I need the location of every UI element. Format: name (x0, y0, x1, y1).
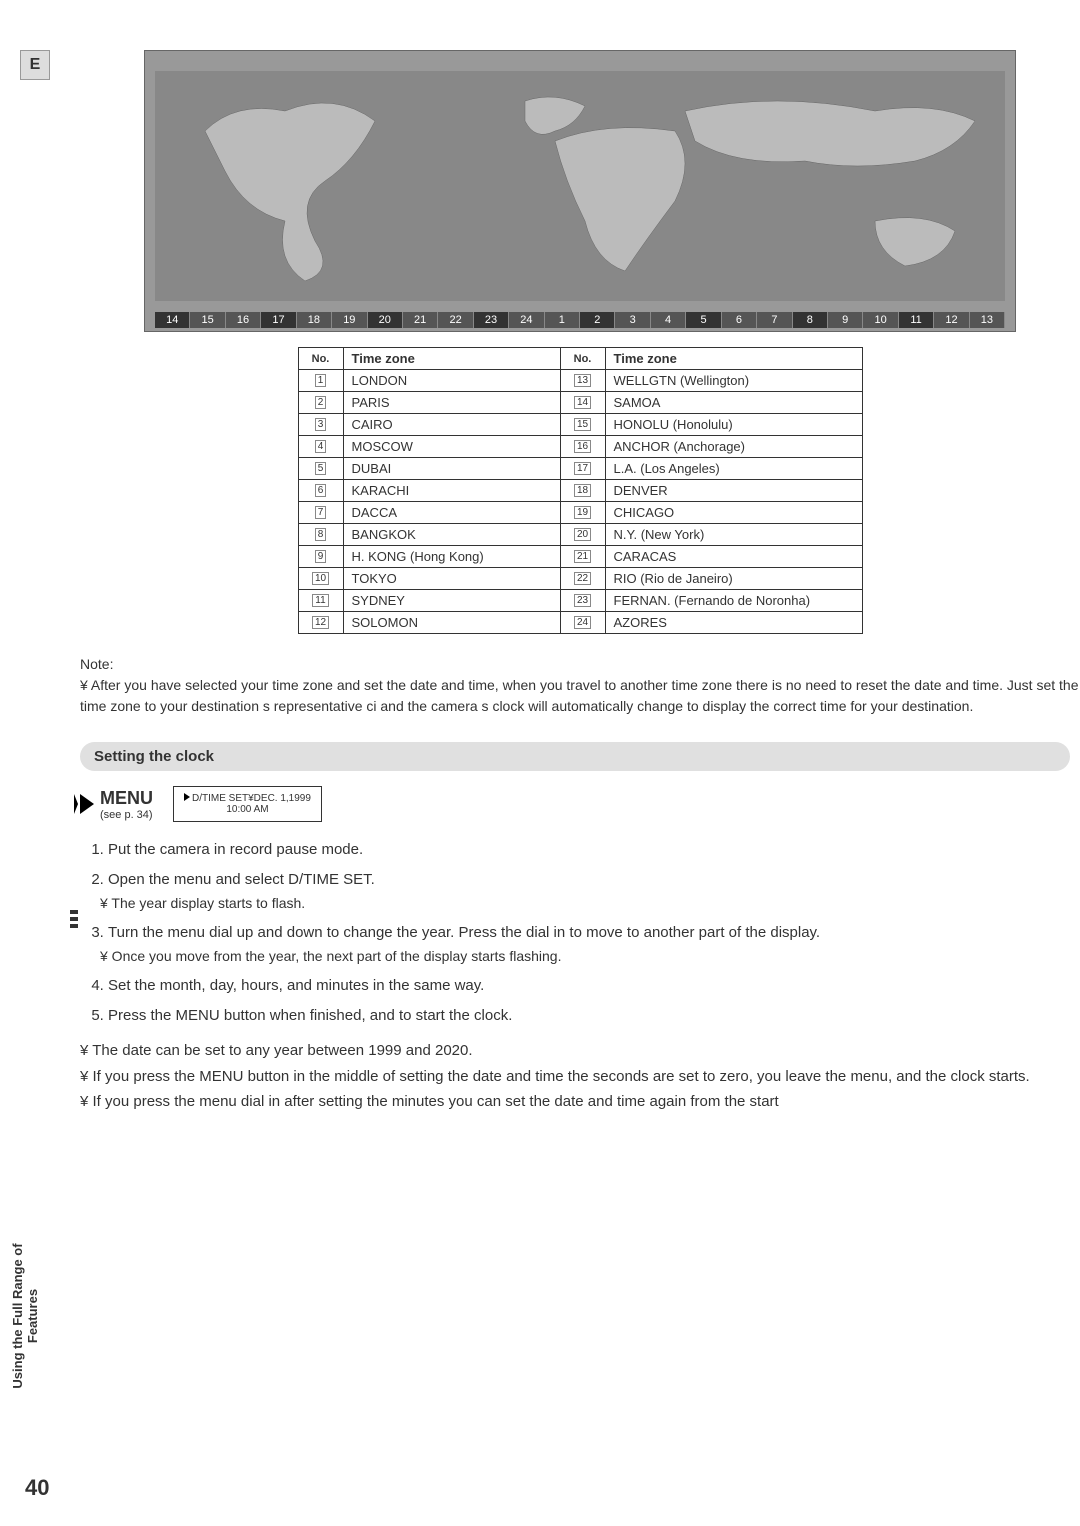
tz-bar-cell: 21 (403, 312, 438, 328)
page-number: 40 (25, 1475, 49, 1501)
table-row: 3CAIRO15HONOLU (Honolulu) (298, 414, 862, 436)
menu-sub-ref: (see p. 34) (100, 809, 153, 821)
tz-bar-cell: 18 (297, 312, 332, 328)
table-row: 10TOKYO22RIO (Rio de Janeiro) (298, 568, 862, 590)
play-icon (80, 794, 94, 814)
step-3: Turn the menu dial up and down to change… (108, 920, 1080, 969)
table-row: 12SOLOMON24AZORES (298, 612, 862, 634)
step-5: Press the MENU button when finished, and… (108, 1003, 1080, 1029)
tz-bar-cell: 14 (155, 312, 190, 328)
note-text: ¥ After you have selected your time zone… (80, 675, 1080, 717)
tz-bar-cell: 11 (899, 312, 934, 328)
table-row: 1LONDON13WELLGTN (Wellington) (298, 370, 862, 392)
tz-bar-cell: 13 (970, 312, 1005, 328)
tz-bar-cell: 1 (545, 312, 580, 328)
tz-bar-cell: 12 (934, 312, 969, 328)
tz-bar-cell: 8 (793, 312, 828, 328)
sidebar-chapter-title: Using the Full Range of Features (10, 1216, 40, 1416)
tz-bar-cell: 6 (722, 312, 757, 328)
menu-button-graphic: MENU (see p. 34) (80, 788, 153, 821)
timezone-table: No. Time zone No. Time zone 1LONDON13WEL… (298, 347, 863, 634)
bottom-note-3: ¥ If you press the menu dial in after se… (80, 1089, 1080, 1115)
tz-bar-cell: 16 (226, 312, 261, 328)
tz-bar-cell: 10 (863, 312, 898, 328)
step-4: Set the month, day, hours, and minutes i… (108, 973, 1080, 999)
table-header-tz: Time zone (343, 348, 560, 370)
step-1: Put the camera in record pause mode. (108, 837, 1080, 863)
table-row: 5DUBAI17L.A. (Los Angeles) (298, 458, 862, 480)
lcd-display-box: D/TIME SET¥DEC. 1,1999 10:00 AM (173, 786, 322, 822)
step-2-sub: ¥ The year display starts to flash. (100, 892, 1080, 916)
step-3-sub: ¥ Once you move from the year, the next … (100, 945, 1080, 969)
timezone-number-bar: 141516171819202122232412345678910111213 (155, 312, 1005, 328)
bottom-note-1: ¥ The date can be set to any year betwee… (80, 1038, 1080, 1064)
tz-bar-cell: 19 (332, 312, 367, 328)
table-row: 6KARACHI18DENVER (298, 480, 862, 502)
tz-bar-cell: 15 (190, 312, 225, 328)
language-badge: E (20, 50, 50, 80)
step-2: Open the menu and select D/TIME SET. ¥ T… (108, 867, 1080, 916)
tz-bar-cell: 7 (757, 312, 792, 328)
table-row: 9H. KONG (Hong Kong)21CARACAS (298, 546, 862, 568)
table-header-no: No. (560, 348, 605, 370)
tz-bar-cell: 4 (651, 312, 686, 328)
table-row: 11SYDNEY23FERNAN. (Fernando de Noronha) (298, 590, 862, 612)
tz-bar-cell: 3 (615, 312, 650, 328)
tz-bar-cell: 5 (686, 312, 721, 328)
tz-bar-cell: 17 (261, 312, 296, 328)
tz-bar-cell: 9 (828, 312, 863, 328)
table-row: 2PARIS14SAMOA (298, 392, 862, 414)
table-row: 8BANGKOK20N.Y. (New York) (298, 524, 862, 546)
table-row: 4MOSCOW16ANCHOR (Anchorage) (298, 436, 862, 458)
menu-label: MENU (100, 788, 153, 809)
table-row: 7DACCA19CHICAGO (298, 502, 862, 524)
table-header-tz: Time zone (605, 348, 862, 370)
section-title-setting-clock: Setting the clock (80, 742, 1070, 771)
tz-bar-cell: 20 (368, 312, 403, 328)
tz-bar-cell: 23 (474, 312, 509, 328)
note-label: Note: (80, 654, 1080, 675)
table-header-no: No. (298, 348, 343, 370)
lcd-line-2: 10:00 AM (184, 804, 311, 815)
play-icon (184, 793, 190, 801)
tz-bar-cell: 24 (509, 312, 544, 328)
tz-bar-cell: 22 (438, 312, 473, 328)
tz-bar-cell: 2 (580, 312, 615, 328)
world-map-svg (155, 71, 1005, 301)
world-time-zone-map: 141516171819202122232412345678910111213 (144, 50, 1016, 332)
lcd-line-1: D/TIME SET¥DEC. 1,1999 (192, 793, 311, 804)
bottom-note-2: ¥ If you press the MENU button in the mi… (80, 1064, 1080, 1090)
